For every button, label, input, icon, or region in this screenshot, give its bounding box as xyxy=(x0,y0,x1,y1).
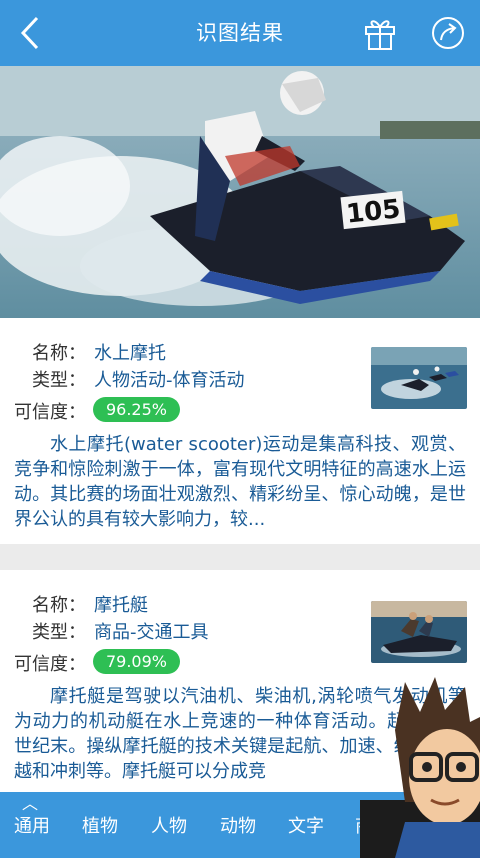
tab-animals[interactable]: 动物 xyxy=(220,812,256,838)
share-button[interactable] xyxy=(418,0,478,66)
confidence-label: 可信度： xyxy=(14,402,86,423)
name-row: 名称： 水上摩托 xyxy=(32,339,166,365)
gift-icon xyxy=(365,20,395,50)
tab-text[interactable]: 文字 xyxy=(288,812,324,838)
result-thumbnail[interactable] xyxy=(371,347,467,409)
expand-caret-icon[interactable]: ︿ xyxy=(22,790,38,814)
result-type: 人物活动-体育活动 xyxy=(94,370,245,391)
name-label: 名称： xyxy=(32,595,86,616)
type-label: 类型： xyxy=(32,622,86,643)
query-photo: 105 xyxy=(0,66,480,318)
result-type: 商品-交通工具 xyxy=(94,622,209,643)
name-row: 名称： 摩托艇 xyxy=(32,591,148,617)
result-name: 摩托艇 xyxy=(94,595,148,616)
mascot-image[interactable] xyxy=(385,672,480,858)
result-thumbnail[interactable] xyxy=(371,601,467,663)
tab-plants[interactable]: 植物 xyxy=(82,812,118,838)
result-name: 水上摩托 xyxy=(94,343,166,364)
gift-button[interactable] xyxy=(350,0,410,66)
confidence-badge: 96.25% xyxy=(93,397,180,422)
tab-general[interactable]: 通用 xyxy=(14,812,50,838)
name-label: 名称： xyxy=(32,343,86,364)
result-card[interactable]: 名称： 水上摩托 类型： 人物活动-体育活动 可信度： 96.25% 水上摩托(wa… xyxy=(0,318,480,544)
race-number: 105 xyxy=(345,194,402,230)
result-description: 水上摩托(water scooter)运动是集高科技、观赏、竞争和惊险刺激于一体… xyxy=(14,434,466,530)
confidence-badge: 79.09% xyxy=(93,649,180,674)
type-row: 类型： 人物活动-体育活动 xyxy=(32,366,245,392)
type-label: 类型： xyxy=(32,370,86,391)
confidence-label: 可信度： xyxy=(14,654,86,675)
share-icon xyxy=(432,17,464,49)
type-row: 类型： 商品-交通工具 xyxy=(32,618,209,644)
tab-people[interactable]: 人物 xyxy=(151,812,187,838)
app-header: 识图结果 xyxy=(0,0,480,66)
